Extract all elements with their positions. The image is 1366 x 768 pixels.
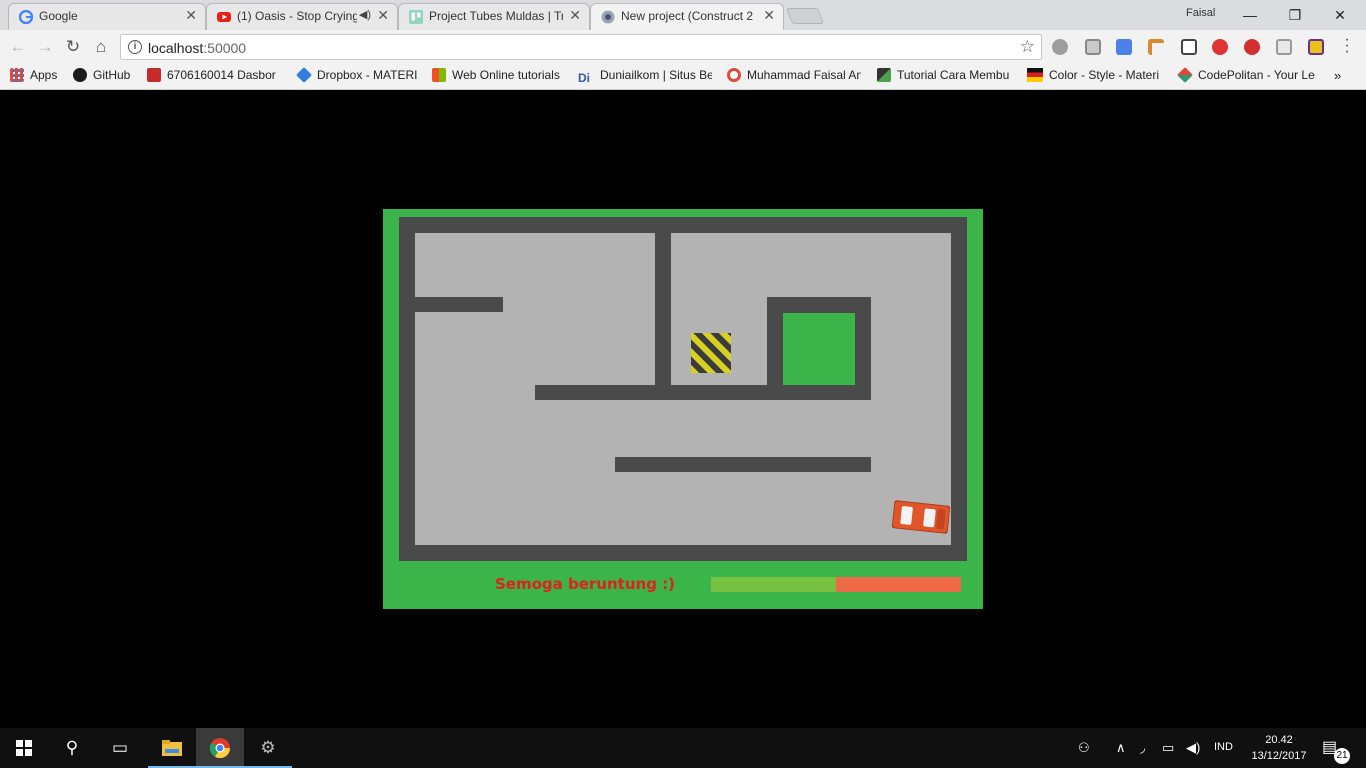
more-bookmarks-button[interactable]: » bbox=[1334, 68, 1341, 86]
task-view-icon[interactable]: ▭ bbox=[96, 728, 144, 768]
browser-toolbar: ← → ↻ ⌂ i localhost:50000 ☆ · · · bbox=[0, 30, 1366, 64]
goal-zone bbox=[783, 313, 855, 385]
clock[interactable]: 20.42 13/12/2017 bbox=[1244, 732, 1314, 764]
bookmark-muhammad-faisal[interactable]: Muhammad Faisal An bbox=[727, 68, 861, 86]
target-icon[interactable] bbox=[1212, 39, 1228, 55]
player-car bbox=[891, 500, 951, 534]
duniailkom-icon: Di bbox=[578, 71, 594, 85]
close-tab-icon[interactable]: ✕ bbox=[377, 7, 389, 24]
bookmarks-bar: Apps GitHub 6706160014 Dasbor Dropbox - … bbox=[0, 64, 1366, 90]
browser-tab-bar: Google ✕ (1) Oasis - Stop Crying ◀) ✕ Pr… bbox=[0, 0, 1366, 30]
tab-youtube[interactable]: (1) Oasis - Stop Crying ◀) ✕ bbox=[206, 3, 398, 30]
reload-icon[interactable]: ↻ bbox=[62, 36, 84, 58]
volume-icon[interactable]: ◀) bbox=[1186, 740, 1200, 756]
people-icon[interactable]: ⚇ bbox=[1078, 740, 1090, 756]
bookmark-codepolitan[interactable]: CodePolitan - Your Le bbox=[1177, 67, 1315, 86]
bookmark-icon bbox=[877, 68, 891, 82]
close-tab-icon[interactable]: ✕ bbox=[185, 7, 197, 24]
bookmark-tutorial[interactable]: Tutorial Cara Membu bbox=[877, 68, 1009, 86]
minimize-button[interactable]: — bbox=[1230, 4, 1270, 26]
codepolitan-icon bbox=[1177, 67, 1193, 83]
address-bar[interactable]: i localhost:50000 ☆ bbox=[120, 34, 1042, 60]
tab-label: New project (Construct 2 bbox=[621, 9, 754, 23]
extension-icon[interactable] bbox=[1052, 39, 1068, 55]
maze-wall bbox=[655, 233, 671, 393]
tab-label: (1) Oasis - Stop Crying bbox=[237, 9, 357, 23]
maximize-button[interactable]: ❐ bbox=[1275, 4, 1315, 26]
translate-icon[interactable] bbox=[1116, 39, 1132, 55]
menu-icon[interactable]: · · · bbox=[1343, 32, 1351, 60]
close-tab-icon[interactable]: ✕ bbox=[763, 7, 775, 24]
search-icon[interactable]: ⚲ bbox=[48, 728, 96, 768]
game-canvas[interactable]: Semoga beruntung :) bbox=[383, 209, 983, 609]
windows-taskbar: ⚲ ▭ ⚙ ⚇ ∧ ◞ ▭ ◀) IND 20.42 13/12/2017 ▤ … bbox=[0, 728, 1366, 768]
forward-icon[interactable]: → bbox=[34, 36, 56, 58]
bookmark-duniailkom[interactable]: Di Duniailkom | Situs Be bbox=[578, 68, 712, 86]
bookmark-star-icon[interactable]: ☆ bbox=[1020, 37, 1035, 57]
battery-icon[interactable]: ▭ bbox=[1162, 740, 1174, 756]
tab-trello[interactable]: Project Tubes Muldas | Tr ✕ bbox=[398, 3, 590, 30]
file-explorer-icon[interactable] bbox=[148, 728, 196, 768]
time: 20.42 bbox=[1265, 734, 1293, 746]
cube-icon[interactable] bbox=[1276, 39, 1292, 55]
language-indicator[interactable]: IND bbox=[1214, 741, 1233, 753]
github-icon bbox=[73, 68, 87, 82]
bookmark-dropbox[interactable]: Dropbox - MATERI bbox=[296, 67, 417, 86]
bookmark-dasbor[interactable]: 6706160014 Dasbor bbox=[147, 68, 276, 86]
bookmark-github[interactable]: GitHub bbox=[73, 68, 130, 86]
new-tab-button[interactable] bbox=[786, 8, 824, 24]
flag-icon bbox=[1027, 68, 1043, 82]
tab-label: Project Tubes Muldas | Tr bbox=[429, 9, 563, 23]
chevron-up-icon[interactable]: ∧ bbox=[1116, 740, 1126, 756]
wifi-icon[interactable]: ◞ bbox=[1140, 740, 1145, 756]
youtube-icon bbox=[217, 12, 231, 22]
apps-grid-icon bbox=[10, 68, 24, 82]
progress-bar-fill bbox=[711, 577, 836, 592]
progress-bar bbox=[711, 577, 961, 592]
chrome-icon[interactable] bbox=[196, 728, 244, 768]
url-text[interactable]: localhost:50000 bbox=[148, 40, 246, 56]
circle-icon bbox=[727, 68, 741, 82]
extension-icon[interactable] bbox=[1244, 39, 1260, 55]
start-icon[interactable] bbox=[0, 728, 48, 768]
maze-wall bbox=[415, 297, 503, 312]
extension-icon[interactable] bbox=[1308, 39, 1324, 55]
tab-google[interactable]: Google ✕ bbox=[8, 3, 206, 30]
home-icon[interactable]: ⌂ bbox=[90, 36, 112, 58]
extension-icon[interactable] bbox=[1085, 39, 1101, 55]
notification-count-badge: 21 bbox=[1334, 748, 1350, 764]
back-icon[interactable]: ← bbox=[7, 36, 29, 58]
tab-label: Google bbox=[39, 9, 78, 23]
close-tab-icon[interactable]: ✕ bbox=[569, 7, 581, 24]
settings-icon[interactable]: ⚙ bbox=[244, 728, 292, 768]
tab-construct[interactable]: New project (Construct 2 ✕ bbox=[590, 3, 784, 30]
telkom-icon bbox=[147, 68, 161, 82]
status-message: Semoga beruntung :) bbox=[495, 575, 675, 593]
bookmark-color-style[interactable]: Color - Style - Materi bbox=[1027, 68, 1159, 86]
extension-icon[interactable] bbox=[1181, 39, 1197, 55]
bookmark-web-online[interactable]: Web Online tutorials bbox=[432, 68, 560, 86]
date: 13/12/2017 bbox=[1251, 750, 1307, 762]
dropbox-icon bbox=[296, 67, 312, 83]
hazard-block bbox=[691, 333, 731, 373]
maze-wall bbox=[615, 457, 871, 472]
google-icon bbox=[19, 10, 33, 24]
profile-name[interactable]: Faisal bbox=[1186, 7, 1215, 19]
extension-icon[interactable] bbox=[1148, 39, 1164, 55]
page-viewport: Semoga beruntung :) bbox=[0, 91, 1366, 728]
speaker-icon[interactable]: ◀) bbox=[359, 8, 371, 21]
bookmark-apps[interactable]: Apps bbox=[10, 68, 57, 86]
construct-icon bbox=[601, 10, 615, 24]
trello-icon bbox=[409, 10, 423, 24]
info-icon[interactable]: i bbox=[128, 40, 142, 54]
microsoft-icon bbox=[432, 68, 446, 82]
close-window-button[interactable]: ✕ bbox=[1320, 4, 1360, 26]
